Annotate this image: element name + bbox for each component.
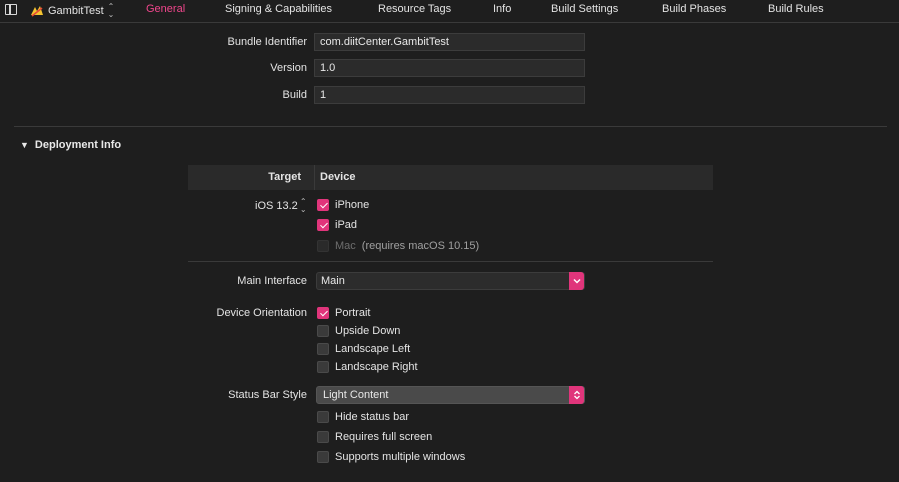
requires-full-screen-label: Requires full screen (335, 431, 433, 443)
updown-chevron-icon[interactable] (569, 386, 584, 404)
hide-status-bar-row[interactable]: Hide status bar (317, 410, 409, 424)
bundle-identifier-label: Bundle Identifier (227, 36, 308, 48)
version-label: Version (270, 62, 307, 74)
mac-checkbox (317, 240, 329, 252)
build-label: Build (282, 89, 307, 101)
orientation-portrait-row[interactable]: Portrait (317, 306, 370, 320)
orientation-landscape-left-row[interactable]: Landscape Left (317, 342, 410, 356)
status-bar-style-label: Status Bar Style (228, 389, 307, 401)
main-interface-combobox[interactable]: Main (316, 272, 585, 290)
updown-chevron-icon: ⌃ ⌄ (299, 197, 307, 214)
editor-tab-bar: GambitTest ⌃ ⌄ General Signing & Capabili… (0, 0, 899, 23)
upside-down-checkbox[interactable] (317, 325, 329, 337)
requires-full-screen-row[interactable]: Requires full screen (317, 430, 432, 444)
updown-chevron-icon: ⌃ ⌄ (107, 2, 115, 19)
requires-full-screen-checkbox[interactable] (317, 431, 329, 443)
section-separator (14, 126, 887, 127)
tab-build-phases[interactable]: Build Phases (662, 3, 726, 15)
upside-down-label: Upside Down (335, 325, 401, 337)
column-separator (314, 165, 315, 190)
tab-build-rules[interactable]: Build Rules (768, 3, 824, 15)
landscape-left-label: Landscape Left (335, 343, 411, 355)
tab-general[interactable]: General (146, 3, 185, 15)
supports-multiple-windows-row[interactable]: Supports multiple windows (317, 450, 465, 464)
tab-resource-tags[interactable]: Resource Tags (378, 3, 451, 15)
table-header-device: Device (320, 171, 356, 183)
main-interface-label: Main Interface (237, 275, 307, 287)
landscape-right-label: Landscape Right (335, 361, 418, 373)
deployment-info-title: Deployment Info (34, 139, 122, 151)
supports-multiple-windows-checkbox[interactable] (317, 451, 329, 463)
device-iphone-row[interactable]: iPhone (317, 198, 369, 212)
hide-status-bar-label: Hide status bar (335, 411, 409, 423)
portrait-label: Portrait (335, 307, 371, 319)
bundle-identifier-field[interactable]: com.diitCenter.GambitTest (314, 33, 585, 51)
target-name: GambitTest (48, 5, 104, 17)
mac-requirement-note: (requires macOS 10.15) (361, 240, 480, 252)
disclosure-triangle-icon[interactable]: ▼ (20, 140, 29, 150)
ios-version-picker[interactable]: iOS 13.2 ⌃ ⌄ (255, 198, 307, 214)
ipad-label: iPad (335, 219, 358, 231)
landscape-right-checkbox[interactable] (317, 361, 329, 373)
ios-version-label: iOS 13.2 (255, 200, 298, 212)
target-picker[interactable]: GambitTest ⌃ ⌄ (30, 3, 114, 19)
tab-info[interactable]: Info (493, 3, 511, 15)
device-orientation-label: Device Orientation (216, 307, 308, 319)
iphone-label: iPhone (335, 199, 370, 211)
mac-label: Mac (335, 240, 356, 252)
iphone-checkbox[interactable] (317, 199, 329, 211)
status-bar-style-value: Light Content (323, 389, 389, 401)
chevron-down-icon[interactable] (569, 272, 584, 290)
ipad-checkbox[interactable] (317, 219, 329, 231)
build-field[interactable]: 1 (314, 86, 585, 104)
version-field[interactable]: 1.0 (314, 59, 585, 77)
main-interface-value: Main (321, 275, 345, 287)
status-bar-style-popup[interactable]: Light Content (316, 386, 585, 404)
landscape-left-checkbox[interactable] (317, 343, 329, 355)
tab-signing-capabilities[interactable]: Signing & Capabilities (225, 3, 332, 15)
table-separator (188, 261, 713, 262)
sidebar-toggle-icon[interactable] (5, 4, 17, 15)
hide-status-bar-checkbox[interactable] (317, 411, 329, 423)
device-mac-row: Mac (requires macOS 10.15) (317, 239, 479, 253)
supports-multiple-windows-label: Supports multiple windows (335, 451, 466, 463)
table-header-target: Target (268, 171, 301, 183)
device-ipad-row[interactable]: iPad (317, 218, 357, 232)
tab-build-settings[interactable]: Build Settings (551, 3, 618, 15)
deployment-info-header[interactable]: ▼ Deployment Info (20, 139, 121, 151)
orientation-upside-down-row[interactable]: Upside Down (317, 324, 400, 338)
app-target-icon (31, 6, 43, 17)
deployment-table-header: Target Device (188, 165, 713, 190)
orientation-landscape-right-row[interactable]: Landscape Right (317, 360, 418, 374)
portrait-checkbox[interactable] (317, 307, 329, 319)
